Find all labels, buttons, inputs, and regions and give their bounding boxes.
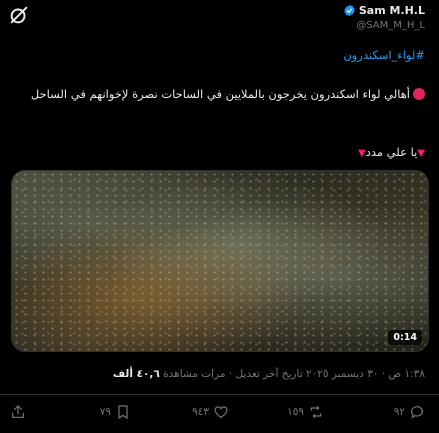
tweet-line2-text: يا علي مدد [365,145,418,159]
hashtag-link[interactable]: #لواء_اسكندرون [343,48,425,62]
author-block[interactable]: Sam M.H.L @SAM_M_H_L [343,4,425,31]
reply-button[interactable]: ٩٢ [394,404,425,420]
author-name[interactable]: Sam M.H.L [359,4,425,17]
retweet-count: ١٥٩ [287,406,304,418]
like-button[interactable]: ٩٤٣ [192,404,229,420]
author-handle[interactable]: @SAM_M_H_L [343,20,425,31]
bookmark-count: ٧٩ [99,406,111,418]
share-icon [12,405,24,418]
share-button[interactable] [10,404,26,420]
retweet-button[interactable]: ١٥٩ [287,404,324,420]
reply-count: ٩٢ [393,406,405,418]
video-thumbnail [12,171,428,351]
grok-icon[interactable] [8,4,30,26]
down-triangle-emoji: ▼ [358,148,366,159]
down-triangle-emoji: ▼ [417,148,425,159]
tweet-header: Sam M.H.L @SAM_M_H_L [0,0,439,44]
tweet-body: أهالي لواء اسكندرون يخرجون بالملايين في … [14,85,425,104]
timestamp[interactable]: ١:٣٨ ص · ٣٠ ديسمبر ٢٠٢٥ تاريخ آخر تعديل … [229,368,425,380]
like-icon [214,406,228,419]
reply-icon [411,406,423,419]
red-circle-emoji [413,88,425,100]
views-count: ٤٠,٦ ألف [112,368,160,380]
action-bar: ٩٢ ١٥٩ ٩٤٣ ٧٩ [0,400,439,424]
tweet-body-text: أهالي لواء اسكندرون يخرجون بالملايين في … [30,87,410,101]
video-player[interactable]: 0:14 [11,170,429,352]
video-duration: 0:14 [388,330,422,345]
like-count: ٩٤٣ [192,406,209,418]
tweet-meta: ١:٣٨ ص · ٣٠ ديسمبر ٢٠٢٥ تاريخ آخر تعديل … [14,368,425,380]
retweet-icon [310,406,322,418]
bookmark-icon [118,405,128,420]
divider [0,394,439,395]
views-label: مرات مشاهدة [163,368,226,380]
verified-badge-icon [344,4,355,17]
tweet-line2: ▼يا علي مدد▼ [14,145,425,159]
bookmark-button[interactable]: ٧٩ [100,404,131,420]
